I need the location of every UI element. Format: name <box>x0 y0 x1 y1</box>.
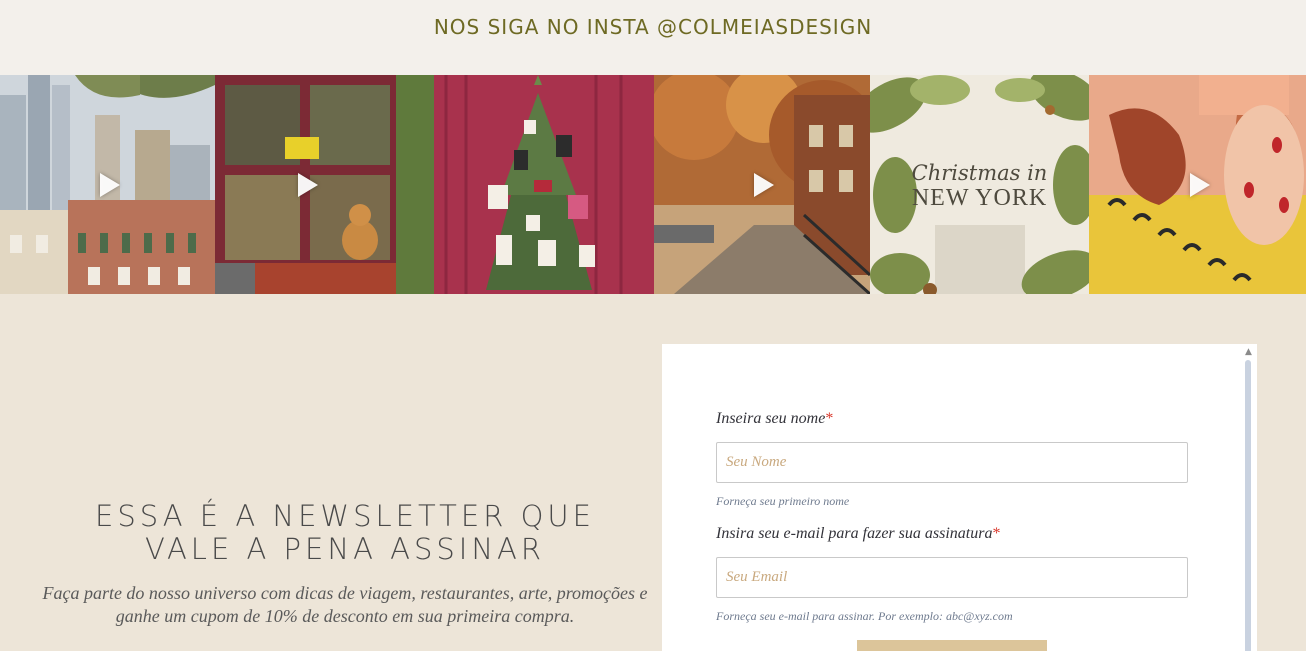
newsletter-headline-line2: VALE A PENA ASSINAR <box>144 532 546 566</box>
feed-tile-christmas-new-york[interactable]: Christmas in NEW YORK <box>870 75 1089 294</box>
email-label: Insira seu e-mail para fazer sua assinat… <box>716 525 1000 543</box>
feed-tile-city[interactable] <box>0 75 215 294</box>
newsletter-headline-line1: ESSA É A NEWSLETTER QUE <box>95 499 595 533</box>
subscribe-form: Inseira seu nome* Forneça seu primeiro n… <box>662 344 1257 651</box>
christmas-title-line1: Christmas in <box>911 161 1048 185</box>
christmas-tree-image <box>396 75 654 294</box>
instagram-feed: Christmas in NEW YORK <box>0 75 1306 294</box>
email-input[interactable] <box>716 557 1188 598</box>
name-label-text: Inseira seu nome <box>716 410 826 427</box>
scrollbar-thumb[interactable] <box>1245 360 1251 651</box>
newsletter-intro: ESSA É A NEWSLETTER QUE VALE A PENA ASSI… <box>30 500 660 628</box>
name-input[interactable] <box>716 442 1188 483</box>
play-icon <box>754 172 774 197</box>
feed-tile-autumn-street[interactable] <box>654 75 870 294</box>
play-icon <box>99 172 120 197</box>
play-icon <box>1189 172 1210 197</box>
newsletter-headline: ESSA É A NEWSLETTER QUE VALE A PENA ASSI… <box>30 500 660 566</box>
email-label-text: Insira seu e-mail para fazer sua assinat… <box>716 525 993 542</box>
instagram-header: NOS SIGA NO INSTA @COLMEIASDESIGN <box>0 0 1306 75</box>
feed-tile-window-cat[interactable] <box>215 75 396 294</box>
form-scrollbar[interactable]: ▲ <box>1244 344 1253 651</box>
instagram-heading: NOS SIGA NO INSTA @COLMEIASDESIGN <box>433 14 873 39</box>
scroll-up-icon[interactable]: ▲ <box>1245 347 1252 357</box>
required-mark: * <box>992 525 1001 542</box>
play-icon <box>297 172 318 197</box>
required-mark: * <box>825 410 834 427</box>
name-label: Inseira seu nome* <box>716 410 833 428</box>
feed-tile-christmas-tree[interactable] <box>396 75 654 294</box>
name-help-text: Forneça seu primeiro nome <box>716 494 850 508</box>
newsletter-description: Faça parte do nosso universo com dicas d… <box>42 583 648 626</box>
email-help-text: Forneça seu e-mail para assinar. Por exe… <box>716 609 1013 623</box>
christmas-title-line2: NEW YORK <box>911 185 1048 211</box>
feed-tile-stamps[interactable] <box>1089 75 1306 294</box>
subscribe-button[interactable] <box>857 640 1047 651</box>
